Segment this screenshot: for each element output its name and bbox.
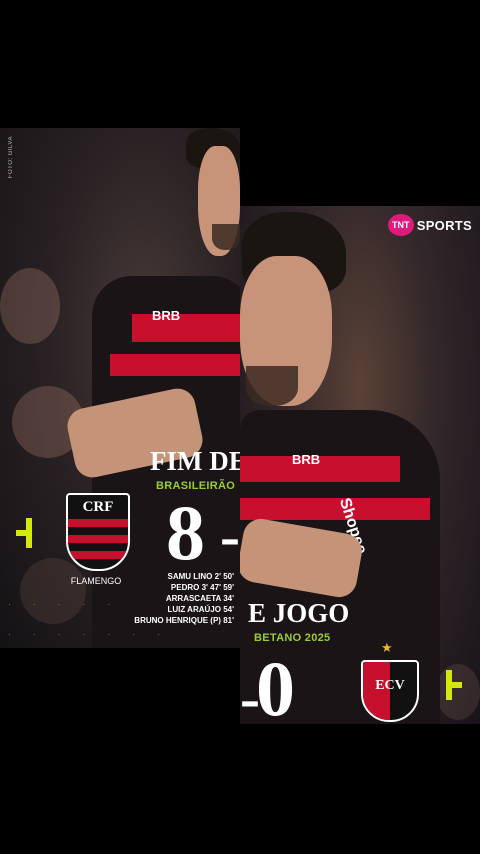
star-icon: ★	[381, 640, 393, 655]
player-beard	[212, 224, 240, 250]
away-score: 0	[256, 645, 295, 732]
competition-right: BETANO 2025	[254, 632, 331, 644]
jersey-sponsor-text: BRB	[152, 308, 181, 323]
player-beard	[246, 366, 298, 406]
vitoria-crest: ECV	[361, 660, 419, 722]
jersey-sponsor-text: BRB	[292, 452, 321, 467]
vitoria-crest-monogram: ECV	[375, 678, 405, 693]
bokeh-light	[0, 268, 60, 344]
scorer-line: PEDRO 3' 47' 59'	[170, 583, 234, 592]
home-score: 8	[166, 489, 205, 576]
scorer-line: BRUNO HENRIQUE (P) 81'	[134, 616, 234, 625]
headline-right: E JOGO	[248, 598, 350, 628]
scorers-list: SAMU LINO 2' 50' PEDRO 3' 47' 59' ARRASC…	[100, 571, 234, 626]
scorer-line: SAMU LINO 2' 50'	[167, 572, 234, 581]
jersey-stripe	[132, 314, 240, 342]
bracket-accent-icon	[16, 518, 36, 548]
photo-credit: FOTO: GILVA	[8, 136, 14, 179]
decorative-dots: · · · · ·	[8, 600, 121, 609]
score-dash-left: -	[220, 506, 240, 566]
tnt-sports-word: SPORTS	[416, 217, 472, 233]
flamengo-crest-monogram: CRF	[82, 499, 114, 515]
flamengo-crest: CRF	[66, 493, 130, 571]
tnt-badge: TNT	[387, 214, 414, 236]
bokeh-light	[20, 558, 86, 624]
decorative-dots: · · · · · · ·	[8, 630, 170, 639]
bracket-accent-icon	[446, 670, 466, 700]
jersey-stripe	[110, 354, 240, 376]
tnt-sports-logo: TNT SPORTS	[387, 214, 472, 236]
headline-left: FIM DE	[150, 446, 240, 476]
